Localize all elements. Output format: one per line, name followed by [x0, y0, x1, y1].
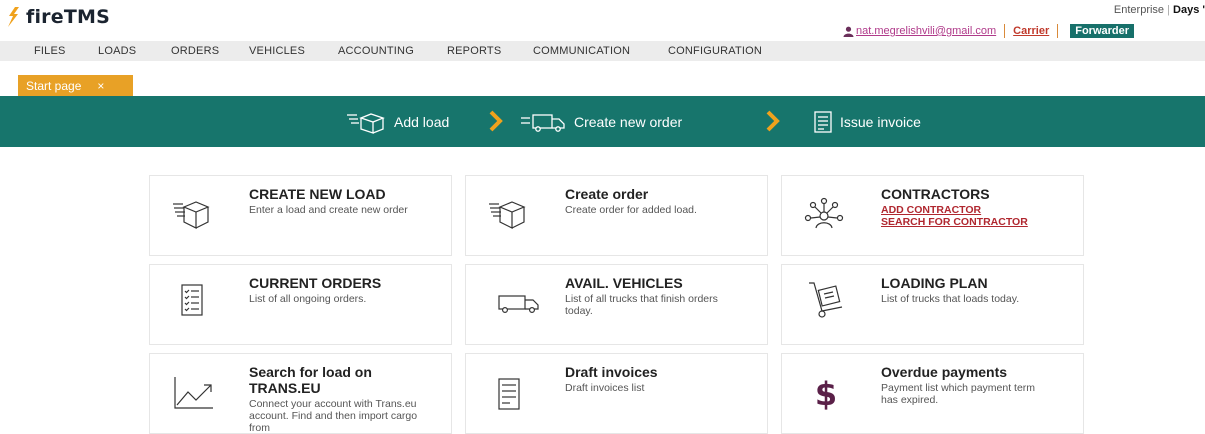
tab-start-page[interactable]: Start page ×: [18, 75, 133, 96]
dollar-icon: $: [815, 375, 837, 412]
user-bar: nat.megrelishvili@gmail.com Carrier Forw…: [843, 24, 1135, 38]
chevron-right-icon: [489, 110, 503, 132]
card-title: LOADING PLAN: [881, 275, 988, 291]
menu-item-accounting[interactable]: ACCOUNTING: [338, 45, 414, 57]
card-create-new-load[interactable]: CREATE NEW LOAD Enter a load and create …: [149, 175, 452, 256]
edition-info: Enterprise | Days ': [1113, 4, 1205, 16]
chart-up-icon: [174, 377, 213, 409]
menu-item-orders[interactable]: ORDERS: [171, 45, 219, 57]
card-title: CREATE NEW LOAD: [249, 186, 386, 202]
card-contractors[interactable]: CONTRACTORS ADD CONTRACTOR SEARCH FOR CO…: [781, 175, 1084, 256]
menu-item-reports[interactable]: REPORTS: [447, 45, 501, 57]
card-overdue-payments[interactable]: $ Overdue payments Payment list which pa…: [781, 353, 1084, 434]
close-icon[interactable]: ×: [97, 79, 104, 93]
forwarder-mode-button[interactable]: Forwarder: [1070, 24, 1135, 38]
app-logo[interactable]: fireTMS: [6, 6, 110, 28]
divider: [1057, 24, 1059, 38]
user-icon: [843, 26, 854, 37]
card-description: List of all trucks that finish orders to…: [565, 293, 718, 317]
box-icon: [489, 201, 526, 229]
menu-item-vehicles[interactable]: VEHICLES: [249, 45, 305, 57]
card-title: Draft invoices: [565, 364, 658, 380]
app-name: fireTMS: [26, 6, 110, 28]
edition-label: Enterprise: [1113, 4, 1165, 16]
add-load-step[interactable]: Add load: [346, 96, 449, 147]
card-search-trans-eu[interactable]: Search for load on TRANS.EU Connect your…: [149, 353, 452, 434]
flame-icon: [8, 7, 19, 27]
create-order-step[interactable]: Create new order: [520, 96, 682, 147]
divider: [1004, 24, 1006, 38]
box-icon: [347, 112, 385, 134]
card-title: Overdue payments: [881, 364, 1008, 380]
menu-item-configuration[interactable]: CONFIGURATION: [668, 45, 762, 57]
card-description: List of trucks that loads today.: [881, 293, 1020, 305]
menu-item-loads[interactable]: LOADS: [98, 45, 136, 57]
invoice-icon: [814, 110, 832, 133]
truck-icon: [498, 295, 539, 314]
card-description: List of all ongoing orders.: [249, 293, 367, 305]
workflow-bar: Add load Create new order Issue invoice: [0, 96, 1205, 147]
card-draft-invoices[interactable]: Draft invoices Draft invoices list: [465, 353, 768, 434]
truck-icon: [521, 113, 565, 132]
carrier-mode-link[interactable]: Carrier: [1013, 25, 1049, 37]
card-title: Create order: [565, 186, 649, 202]
contractors-icon: [804, 197, 844, 229]
card-create-order[interactable]: Create order Create order for added load…: [465, 175, 768, 256]
invoice-icon: [498, 378, 520, 410]
main-menu: FILES LOADS ORDERS VEHICLES ACCOUNTING R…: [0, 41, 1205, 61]
issue-invoice-label: Issue invoice: [840, 113, 921, 130]
create-order-label: Create new order: [574, 113, 683, 130]
app-root: fireTMS Enterprise | Days ' nat.megrelis…: [0, 0, 1205, 434]
card-loading-plan[interactable]: LOADING PLAN List of trucks that loads t…: [781, 264, 1084, 345]
search-contractor-link[interactable]: SEARCH FOR CONTRACTOR: [881, 216, 1028, 228]
days-label: Days ': [1173, 4, 1205, 16]
card-avail-vehicles[interactable]: AVAIL. VEHICLES List of all trucks that …: [465, 264, 768, 345]
card-title: AVAIL. VEHICLES: [565, 275, 683, 291]
user-email-link[interactable]: nat.megrelishvili@gmail.com: [856, 25, 996, 37]
checklist-icon: [181, 284, 203, 316]
card-title: Search for load on TRANS.EU: [249, 364, 372, 396]
tab-label: Start page: [26, 78, 82, 93]
add-contractor-link[interactable]: ADD CONTRACTOR: [881, 204, 981, 216]
menu-item-files[interactable]: FILES: [34, 45, 66, 57]
card-description: Connect your account with Trans.eu accou…: [249, 398, 418, 434]
issue-invoice-step[interactable]: Issue invoice: [814, 96, 921, 147]
card-description: Draft invoices list: [565, 382, 645, 394]
card-current-orders[interactable]: CURRENT ORDERS List of all ongoing order…: [149, 264, 452, 345]
menu-item-communication[interactable]: COMMUNICATION: [533, 45, 630, 57]
chevron-right-icon: [766, 110, 780, 132]
card-description: Create order for added load.: [565, 204, 697, 216]
svg-text:$: $: [815, 375, 837, 412]
card-title: CONTRACTORS: [881, 186, 990, 202]
card-title: CURRENT ORDERS: [249, 275, 382, 291]
add-load-label: Add load: [394, 113, 450, 130]
card-description: Payment list which payment term has expi…: [881, 382, 1036, 406]
card-description: Enter a load and create new order: [249, 204, 408, 216]
box-icon: [173, 201, 210, 229]
hand-truck-icon: [809, 282, 843, 318]
